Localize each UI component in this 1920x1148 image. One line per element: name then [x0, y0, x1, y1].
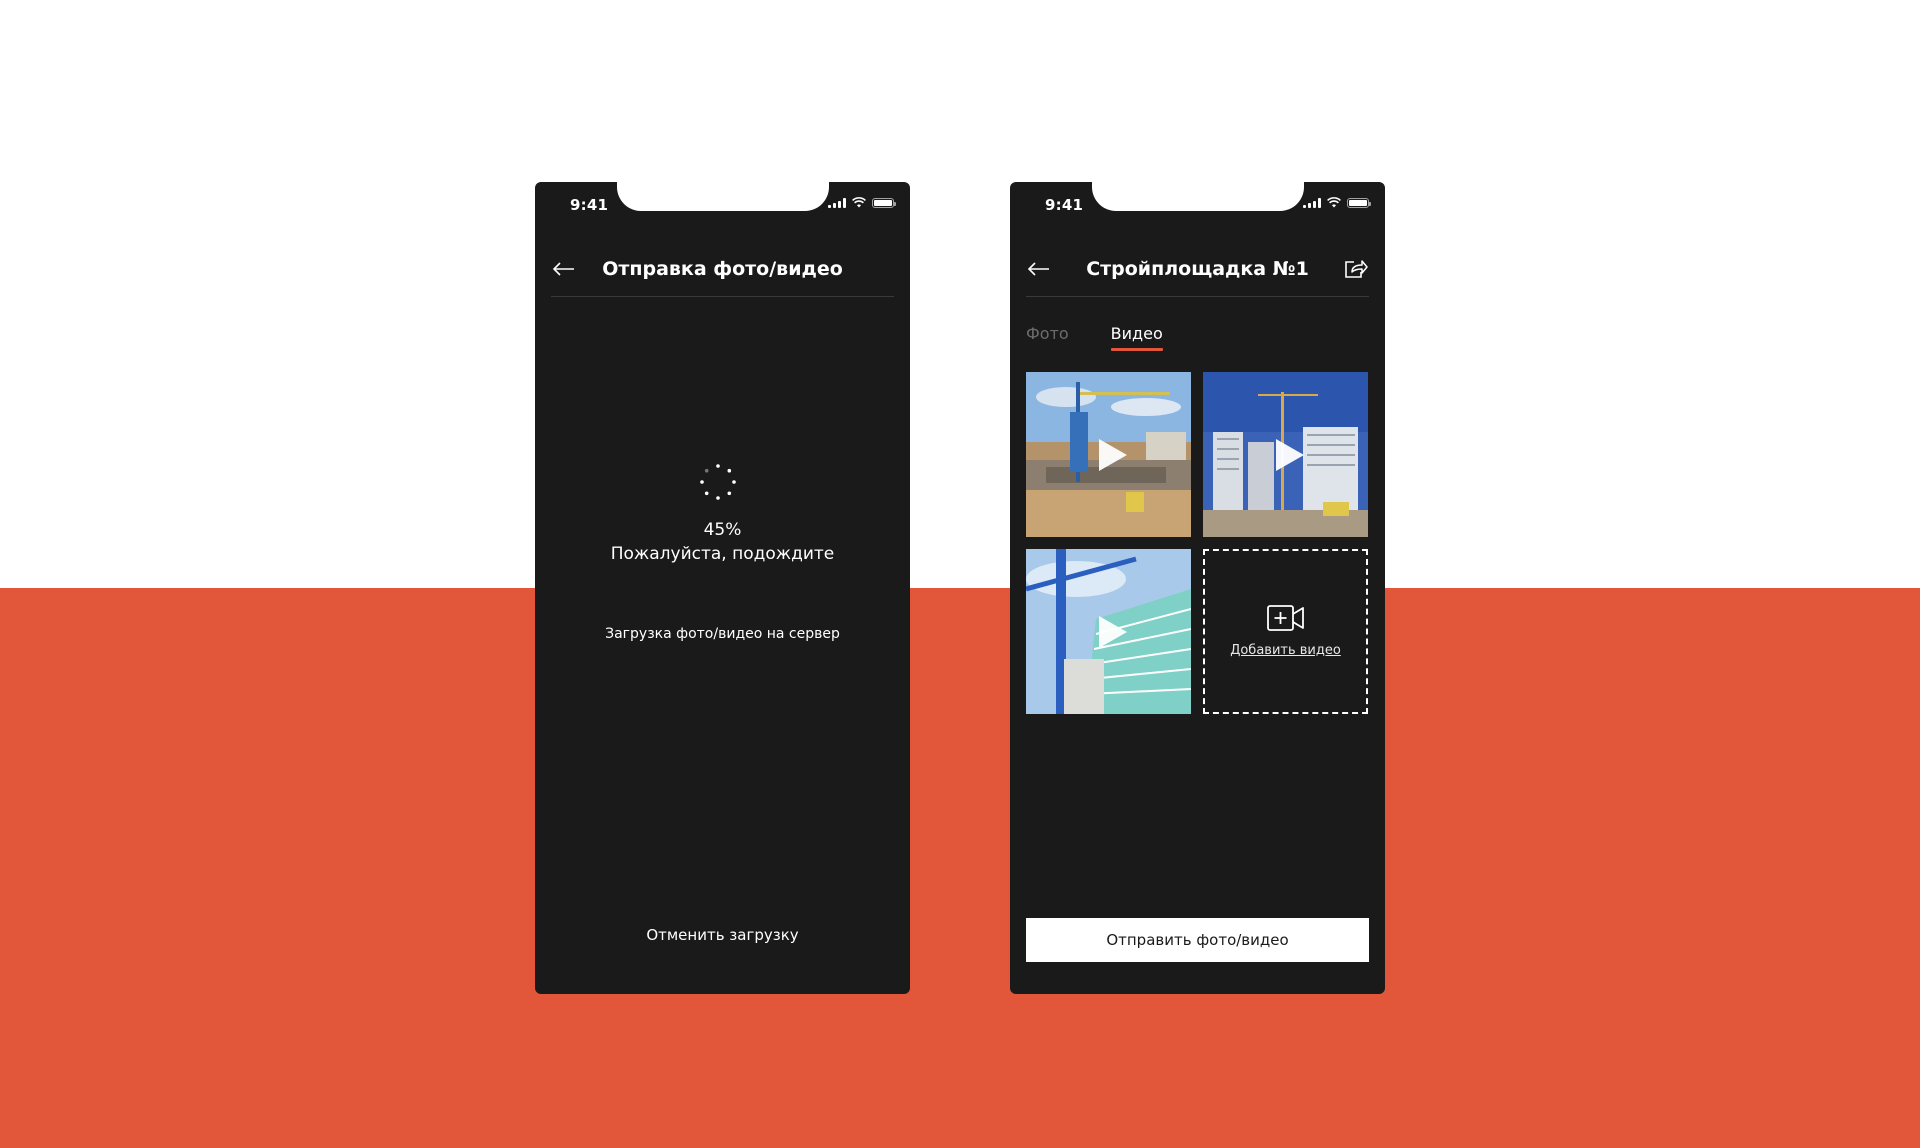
loading-spinner-icon: [700, 464, 736, 500]
battery-icon: [872, 197, 896, 208]
back-arrow-icon: [1028, 262, 1049, 276]
battery-icon: [1347, 197, 1371, 208]
upload-description: Загрузка фото/видео на сервер: [605, 626, 840, 642]
signal-icon: [1303, 197, 1321, 208]
gallery-screen: 9:41 Стройплощадка №1 Фото Видео Добавит…: [1010, 182, 1385, 994]
wait-message: Пожалуйста, подождите: [610, 544, 835, 564]
status-icons: [828, 197, 896, 208]
back-button[interactable]: [1026, 256, 1052, 282]
video-thumbnail[interactable]: [1203, 372, 1368, 537]
status-time: 9:41: [1045, 196, 1084, 214]
gallery-header: Стройплощадка №1: [1026, 242, 1369, 297]
play-icon: [1098, 615, 1127, 648]
wifi-icon: [1327, 197, 1341, 208]
share-button[interactable]: [1343, 256, 1369, 282]
video-thumbnail[interactable]: [1026, 549, 1191, 714]
background-accent-band: [0, 588, 1920, 1148]
add-video-label: Добавить видео: [1230, 643, 1341, 658]
status-icons: [1303, 197, 1371, 208]
phone-notch: [1092, 182, 1304, 211]
page-title: Отправка фото/видео: [602, 258, 843, 280]
wifi-icon: [852, 197, 866, 208]
play-icon: [1098, 438, 1127, 471]
upload-header: Отправка фото/видео: [551, 242, 894, 297]
video-thumbnail[interactable]: [1026, 372, 1191, 537]
play-icon: [1275, 438, 1304, 471]
upload-screen: 9:41 Отправка фото/видео 45% Пожалуйста,…: [535, 182, 910, 994]
page-title: Стройплощадка №1: [1086, 258, 1309, 280]
send-media-button[interactable]: Отправить фото/видео: [1026, 918, 1369, 962]
status-time: 9:41: [570, 196, 609, 214]
video-grid: Добавить видео: [1026, 372, 1369, 714]
media-tabs: Фото Видео: [1026, 324, 1163, 351]
add-video-icon: [1266, 605, 1304, 631]
add-video-button[interactable]: Добавить видео: [1203, 549, 1368, 714]
signal-icon: [828, 197, 846, 208]
back-button[interactable]: [551, 256, 577, 282]
cancel-upload-button[interactable]: Отменить загрузку: [535, 926, 910, 944]
back-arrow-icon: [553, 262, 574, 276]
progress-percent: 45%: [703, 520, 742, 540]
share-icon: [1345, 260, 1368, 278]
tab-video[interactable]: Видео: [1110, 324, 1163, 351]
tab-photo[interactable]: Фото: [1026, 324, 1069, 349]
phone-notch: [617, 182, 829, 211]
